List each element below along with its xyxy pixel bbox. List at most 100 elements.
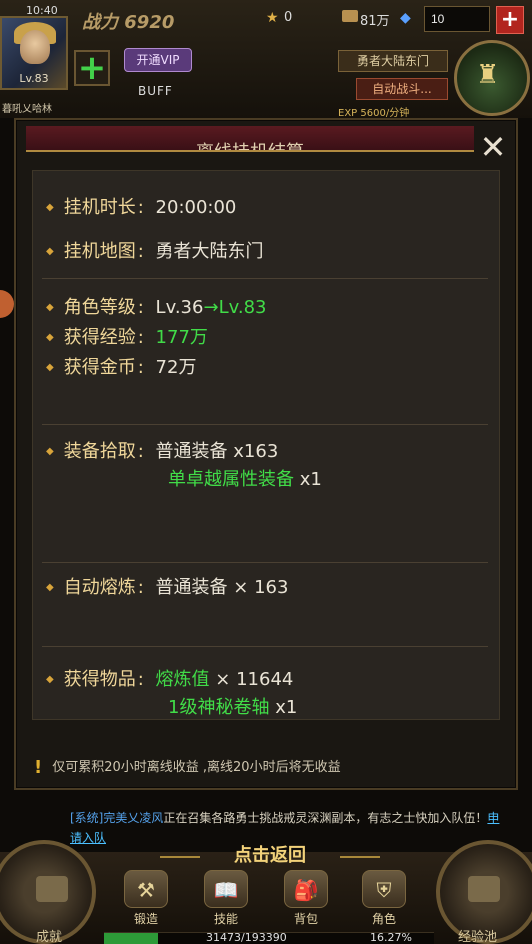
lock-icon bbox=[36, 876, 68, 902]
close-button[interactable]: ✕ bbox=[478, 131, 508, 163]
exp-progress-text: 31473/193390 bbox=[206, 931, 287, 944]
armor-icon: ⛨ bbox=[362, 870, 406, 908]
colon: : bbox=[137, 577, 144, 598]
chat-sender[interactable]: 完美乂凌风 bbox=[103, 811, 163, 825]
divider bbox=[42, 562, 488, 563]
exp-label: 获得经验 bbox=[63, 327, 136, 348]
level-to: Lv.83 bbox=[218, 297, 267, 318]
row-duration: ◆ 挂机时长: 20:00:00 bbox=[46, 196, 236, 220]
diamond-bullet-icon: ◆ bbox=[46, 674, 54, 685]
level-from: Lv.36 bbox=[155, 297, 204, 318]
side-tab-handle[interactable] bbox=[0, 290, 14, 318]
autofight-button[interactable]: 自动战斗... bbox=[356, 78, 448, 100]
row-level: ◆ 角色等级: Lv.36→Lv.83 bbox=[46, 296, 266, 320]
star-count: 0 bbox=[284, 10, 293, 25]
combat-power: 战力 6920 bbox=[82, 12, 175, 33]
row-smelt: ◆ 自动熔炼: 普通装备 × 163 bbox=[46, 576, 288, 600]
colon: : bbox=[137, 297, 144, 318]
exclamation-icon: ! bbox=[34, 757, 43, 778]
divider bbox=[42, 646, 488, 647]
lock-icon bbox=[468, 876, 500, 902]
row-exp: ◆ 获得经验: 177万 bbox=[46, 326, 208, 350]
duration-label: 挂机时长 bbox=[63, 197, 136, 218]
row-map: ◆ 挂机地图: 勇者大陆东门 bbox=[46, 240, 264, 264]
menu-bag[interactable]: 🎒 背包 bbox=[276, 870, 336, 930]
smelt-count: × 163 bbox=[233, 577, 289, 598]
divider bbox=[42, 424, 488, 425]
row-equip: ◆ 装备拾取: 普通装备 x163 bbox=[46, 440, 278, 464]
menu-skills[interactable]: 📖 技能 bbox=[196, 870, 256, 930]
diamond-bullet-icon: ◆ bbox=[46, 246, 54, 257]
dialog-title: 离线挂机结算 bbox=[26, 138, 474, 150]
menu-label: 技能 bbox=[213, 912, 238, 926]
diamond-bullet-icon: ◆ bbox=[46, 302, 54, 313]
exp-percent-text: 16.27% bbox=[370, 931, 412, 944]
menu-forge[interactable]: ⚒ 锻造 bbox=[116, 870, 176, 930]
smelt-item: 普通装备 bbox=[155, 577, 228, 598]
hammer-icon: ⚒ bbox=[124, 870, 168, 908]
menu-label: 背包 bbox=[293, 912, 318, 926]
row-gold: ◆ 获得金币: 72万 bbox=[46, 356, 196, 380]
row-items: ◆ 获得物品: 熔炼值 × 11644 bbox=[46, 668, 293, 692]
diamond-bullet-icon: ◆ bbox=[46, 582, 54, 593]
diamond-bullet-icon: ◆ bbox=[46, 202, 54, 213]
gold-count: 81万 bbox=[360, 14, 390, 29]
colon: : bbox=[137, 441, 144, 462]
divider bbox=[42, 278, 488, 279]
dialog-title-bar: 离线挂机结算 bbox=[26, 126, 474, 152]
star-icon: ★ bbox=[266, 10, 279, 26]
equip-count1: x163 bbox=[233, 441, 279, 462]
notice-text: 仅可累积20小时离线收益 ,离线20小时后将无收益 bbox=[52, 760, 341, 775]
smelt-label: 自动熔炼 bbox=[63, 577, 136, 598]
row-items-2: 1级神秘卷轴 x1 bbox=[168, 696, 297, 720]
items-count2: x1 bbox=[275, 697, 298, 718]
chat-text: 正在召集各路勇士挑战戒灵深渊副本，有志之士快加入队伍！ bbox=[163, 811, 488, 825]
return-button[interactable]: 点击返回 bbox=[160, 842, 380, 870]
menu-label: 锻造 bbox=[133, 912, 158, 926]
items-item1: 熔炼值 bbox=[155, 669, 210, 690]
colon: : bbox=[137, 241, 144, 262]
exp-value: 177万 bbox=[155, 327, 208, 348]
achievement-label: 成就 bbox=[36, 930, 63, 944]
duration-value: 20:00:00 bbox=[155, 197, 237, 218]
diamond-bullet-icon: ◆ bbox=[46, 446, 54, 457]
system-tag: [系统] bbox=[70, 811, 104, 825]
buff-label[interactable]: BUFF bbox=[138, 84, 173, 98]
map-label: 挂机地图 bbox=[63, 241, 136, 262]
exp-progress-fill bbox=[104, 933, 158, 944]
offline-notice: ! 仅可累积20小时离线收益 ,离线20小时后将无收益 bbox=[34, 756, 341, 778]
equip-item2: 单卓越属性装备 bbox=[168, 469, 294, 490]
vip-button[interactable]: 开通VIP bbox=[124, 48, 192, 72]
equip-count2: x1 bbox=[299, 469, 322, 490]
plus-button[interactable]: + bbox=[74, 50, 110, 86]
map-button[interactable]: 勇者大陆东门 bbox=[338, 50, 448, 72]
castle-icon: ♜ bbox=[476, 60, 500, 90]
gold-value: 72万 bbox=[155, 357, 197, 378]
items-label: 获得物品 bbox=[63, 669, 136, 690]
diamond-bullet-icon: ◆ bbox=[46, 332, 54, 343]
colon: : bbox=[137, 197, 144, 218]
menu-character[interactable]: ⛨ 角色 bbox=[354, 870, 414, 930]
items-item2: 1级神秘卷轴 bbox=[168, 697, 270, 718]
items-count1: × 11644 bbox=[215, 669, 294, 690]
avatar-face bbox=[20, 30, 50, 64]
exp-pool-label: 经验池 bbox=[458, 930, 498, 944]
exp-rate-label: EXP 5600/分钟 bbox=[338, 108, 410, 119]
book-icon: 📖 bbox=[204, 870, 248, 908]
gem-input[interactable] bbox=[424, 6, 490, 32]
gold-icon bbox=[342, 10, 358, 22]
player-name: 暮吼乂哈林 bbox=[2, 104, 52, 115]
equip-label: 装备拾取 bbox=[63, 441, 136, 462]
colon: : bbox=[137, 327, 144, 348]
player-level: Lv.83 bbox=[19, 72, 49, 85]
colon: : bbox=[137, 357, 144, 378]
add-gem-button[interactable]: + bbox=[496, 6, 524, 34]
equip-item1: 普通装备 bbox=[155, 441, 228, 462]
row-equip-2: 单卓越属性装备 x1 bbox=[168, 468, 322, 492]
level-label: 角色等级 bbox=[63, 297, 136, 318]
backpack-icon: 🎒 bbox=[284, 870, 328, 908]
menu-label: 角色 bbox=[371, 912, 396, 926]
gold-label: 获得金币 bbox=[63, 357, 136, 378]
map-value: 勇者大陆东门 bbox=[155, 241, 264, 262]
diamond-bullet-icon: ◆ bbox=[46, 362, 54, 373]
